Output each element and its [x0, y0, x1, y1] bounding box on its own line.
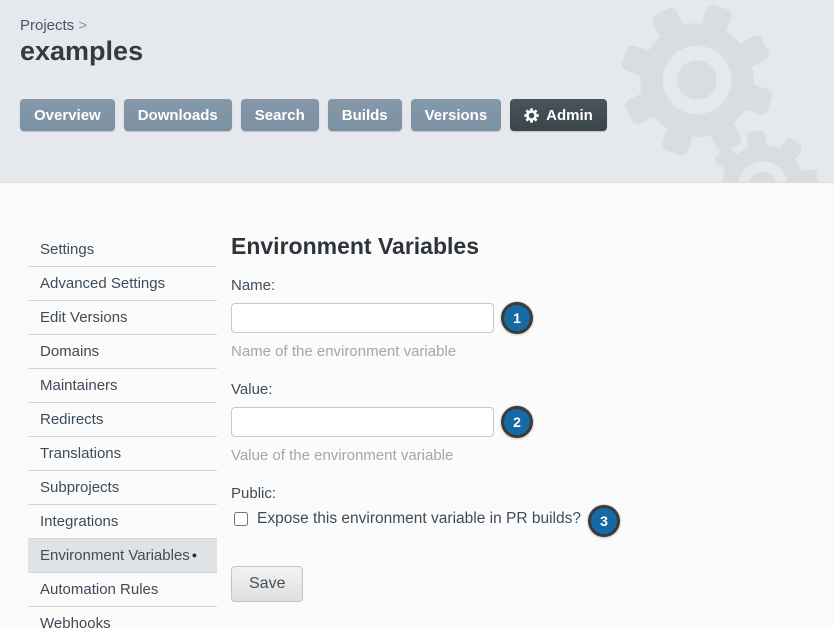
value-help-text: Value of the environment variable [231, 447, 453, 464]
page: Projects > examples Overview Downloads S… [0, 0, 834, 628]
breadcrumb-projects-link[interactable]: Projects [20, 17, 74, 34]
sidebar-item-label: Advanced Settings [40, 275, 165, 292]
name-help-text: Name of the environment variable [231, 343, 456, 360]
public-label: Public: [231, 485, 276, 502]
sidebar-item-label: Environment Variables [40, 547, 190, 564]
sidebar-item-label: Webhooks [40, 615, 111, 628]
public-checkbox-label[interactable]: Expose this environment variable in PR b… [257, 510, 581, 528]
public-checkbox[interactable] [234, 512, 248, 526]
admin-sidebar: Settings Advanced Settings Edit Versions… [28, 233, 217, 628]
sidebar-item-translations[interactable]: Translations [28, 437, 217, 471]
sidebar-item-label: Domains [40, 343, 99, 360]
sidebar-item-label: Translations [40, 445, 121, 462]
callout-badge-1: 1 [501, 302, 533, 334]
tab-downloads[interactable]: Downloads [124, 99, 232, 131]
value-input[interactable] [231, 407, 494, 437]
sidebar-item-redirects[interactable]: Redirects [28, 403, 217, 437]
breadcrumb-separator: > [78, 17, 87, 34]
tab-versions[interactable]: Versions [411, 99, 502, 131]
sidebar-item-label: Automation Rules [40, 581, 158, 598]
active-item-marker: ● [192, 550, 197, 560]
tab-admin[interactable]: Admin [510, 99, 607, 131]
gear-watermark-icon [600, 0, 834, 182]
gear-icon [524, 108, 539, 123]
sidebar-item-label: Redirects [40, 411, 103, 428]
name-input[interactable] [231, 303, 494, 333]
project-nav-tabs: Overview Downloads Search Builds Version… [20, 99, 607, 131]
sidebar-item-settings[interactable]: Settings [28, 233, 217, 267]
sidebar-item-edit-versions[interactable]: Edit Versions [28, 301, 217, 335]
sidebar-item-label: Edit Versions [40, 309, 128, 326]
sidebar-item-subprojects[interactable]: Subprojects [28, 471, 217, 505]
environment-variables-form: Environment Variables Name: 1 Name of th… [231, 233, 671, 628]
page-title: examples [20, 36, 143, 67]
section-title: Environment Variables [231, 233, 479, 260]
sidebar-item-webhooks[interactable]: Webhooks [28, 607, 217, 628]
sidebar-item-integrations[interactable]: Integrations [28, 505, 217, 539]
public-checkbox-row: Expose this environment variable in PR b… [234, 510, 581, 528]
breadcrumb: Projects > [20, 17, 87, 34]
sidebar-item-environment-variables[interactable]: Environment Variables● [28, 539, 217, 573]
tab-admin-label: Admin [546, 107, 593, 124]
sidebar-item-label: Subprojects [40, 479, 119, 496]
sidebar-item-automation-rules[interactable]: Automation Rules [28, 573, 217, 607]
tab-search[interactable]: Search [241, 99, 319, 131]
sidebar-item-label: Maintainers [40, 377, 118, 394]
sidebar-item-domains[interactable]: Domains [28, 335, 217, 369]
callout-badge-2: 2 [501, 406, 533, 438]
callout-badge-3: 3 [588, 505, 620, 537]
value-label: Value: [231, 381, 272, 398]
project-header: Projects > examples Overview Downloads S… [0, 0, 834, 183]
tab-overview[interactable]: Overview [20, 99, 115, 131]
tab-builds[interactable]: Builds [328, 99, 402, 131]
name-label: Name: [231, 277, 275, 294]
sidebar-item-label: Settings [40, 241, 94, 258]
save-button[interactable]: Save [231, 566, 303, 602]
sidebar-item-maintainers[interactable]: Maintainers [28, 369, 217, 403]
sidebar-item-label: Integrations [40, 513, 118, 530]
sidebar-item-advanced-settings[interactable]: Advanced Settings [28, 267, 217, 301]
